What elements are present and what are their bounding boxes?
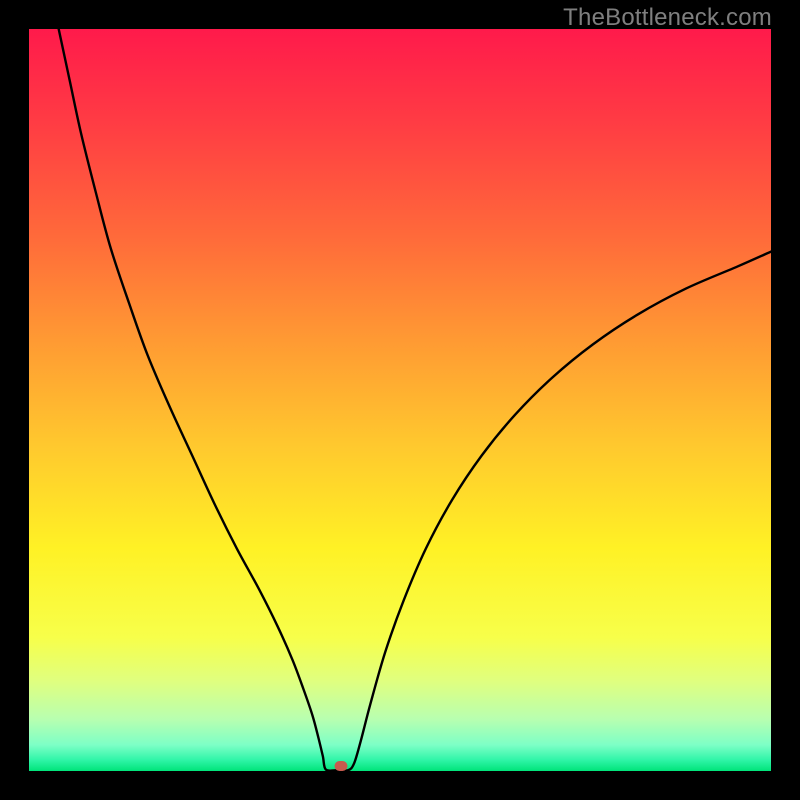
optimum-marker — [334, 761, 347, 771]
chart-frame: TheBottleneck.com — [0, 0, 800, 800]
bottleneck-curve — [29, 29, 771, 771]
watermark-text: TheBottleneck.com — [563, 4, 772, 32]
curve-path — [59, 29, 771, 771]
